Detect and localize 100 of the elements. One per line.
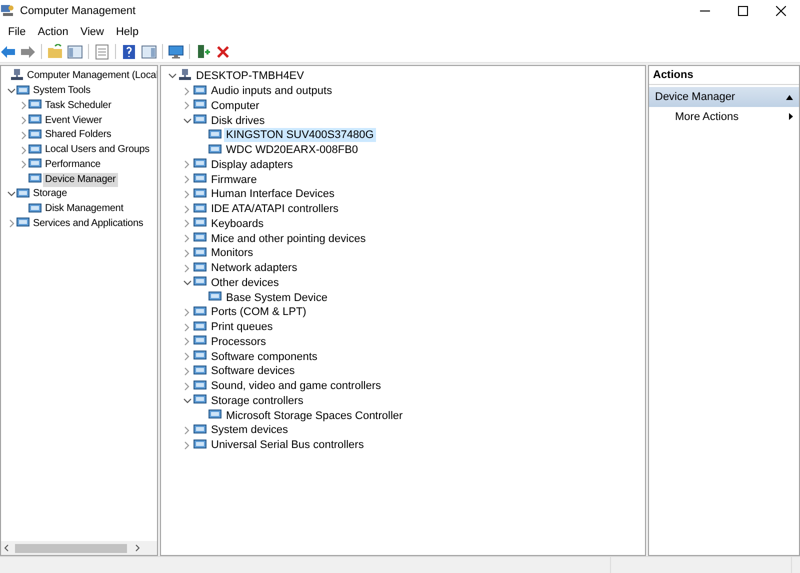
expand-chevron-icon[interactable]: [20, 160, 26, 170]
tree-item[interactable]: Display adapters: [209, 158, 295, 172]
collapse-chevron-icon[interactable]: [168, 73, 176, 80]
collapse-chevron-icon[interactable]: [182, 118, 192, 124]
tree-item[interactable]: Sound, video and game controllers: [209, 379, 383, 394]
collapse-chevron-icon[interactable]: [7, 191, 16, 198]
expand-chevron-icon[interactable]: [20, 101, 26, 110]
menu-item[interactable]: Action: [32, 26, 74, 38]
expand-chevron-icon[interactable]: [184, 426, 190, 435]
expand-chevron-icon[interactable]: [184, 175, 190, 184]
expand-chevron-icon[interactable]: [184, 101, 190, 110]
tree-item[interactable]: Device Manager: [43, 172, 118, 187]
tree-item[interactable]: Software components: [209, 350, 320, 364]
expand-chevron-icon[interactable]: [184, 219, 190, 228]
tree-item[interactable]: Print queues: [209, 320, 275, 334]
tree-item[interactable]: DESKTOP-TMBH4EV: [194, 69, 306, 84]
tree-item[interactable]: Local Users and Groups: [43, 143, 152, 158]
tree-item[interactable]: Keyboards: [209, 216, 266, 231]
device-icon: [193, 392, 207, 406]
tree-item[interactable]: Task Scheduler: [43, 98, 114, 113]
tree-item[interactable]: Computer: [209, 98, 262, 113]
tree-item[interactable]: Base System Device: [224, 290, 330, 305]
menu-item[interactable]: File: [2, 26, 32, 38]
device-icon: [28, 142, 42, 156]
device-icon: [193, 260, 207, 274]
list-icon[interactable]: [94, 44, 110, 60]
help-icon[interactable]: [121, 44, 137, 60]
collapse-triangle-icon[interactable]: [786, 94, 793, 100]
expand-chevron-icon[interactable]: [184, 366, 190, 376]
tree-item[interactable]: IDE ATA/ATAPI controllers: [209, 202, 341, 216]
expand-chevron-icon[interactable]: [184, 248, 190, 258]
action-section-header[interactable]: Device Manager: [649, 87, 799, 107]
expand-chevron-icon[interactable]: [184, 160, 190, 170]
forward-arrow-icon[interactable]: [20, 44, 36, 60]
expand-chevron-icon[interactable]: [184, 322, 190, 332]
close-icon[interactable]: [776, 6, 786, 16]
tree-item[interactable]: Audio inputs and outputs: [209, 84, 334, 98]
tree-item[interactable]: Network adapters: [209, 261, 300, 276]
tree-item[interactable]: Processors: [209, 334, 268, 349]
tree-item[interactable]: Disk drives: [209, 114, 267, 128]
expand-chevron-icon[interactable]: [184, 440, 190, 450]
panel-icon[interactable]: [141, 44, 157, 60]
device-icon: [28, 97, 42, 112]
tree-item[interactable]: System devices: [209, 423, 290, 438]
tree-item[interactable]: Storage controllers: [209, 394, 306, 408]
tree-item[interactable]: Disk Management: [43, 202, 126, 216]
device-icon: [193, 244, 207, 259]
expand-chevron-icon[interactable]: [184, 308, 190, 317]
expand-chevron-icon[interactable]: [8, 219, 14, 228]
device-icon: [193, 156, 207, 170]
delete-icon[interactable]: [215, 44, 231, 60]
device-icon: [193, 274, 207, 288]
collapse-chevron-icon[interactable]: [7, 88, 16, 94]
tree-item[interactable]: Performance: [43, 158, 103, 172]
section-title: Device Manager: [655, 91, 736, 103]
expand-chevron-icon[interactable]: [184, 337, 190, 346]
device-icon: [193, 348, 207, 362]
expand-chevron-icon[interactable]: [20, 116, 26, 126]
tree-item[interactable]: WDC WD20EARX-008FB0: [224, 143, 360, 158]
expand-chevron-icon[interactable]: [184, 190, 190, 199]
expand-chevron-icon[interactable]: [184, 352, 190, 362]
tree-item[interactable]: Services and Applications: [31, 216, 146, 231]
tree-item[interactable]: Universal Serial Bus controllers: [209, 438, 366, 452]
expand-chevron-icon[interactable]: [20, 146, 26, 155]
menu-item[interactable]: Help: [110, 26, 145, 38]
device-icon: [28, 171, 42, 186]
action-item[interactable]: More Actions: [649, 107, 799, 126]
maximize-icon[interactable]: [738, 6, 748, 16]
tree-item[interactable]: KINGSTON SUV400S37480G: [224, 128, 376, 142]
horizontal-scrollbar[interactable]: [1, 541, 157, 555]
back-arrow-icon[interactable]: [0, 44, 16, 60]
expand-chevron-icon[interactable]: [184, 234, 190, 244]
tree-item[interactable]: Event Viewer: [43, 114, 104, 128]
folder-icon[interactable]: [47, 44, 63, 60]
tree-item[interactable]: Human Interface Devices: [209, 187, 336, 202]
monitor-icon[interactable]: [168, 44, 184, 60]
panel-icon[interactable]: [67, 44, 83, 60]
device-plus-icon[interactable]: [195, 44, 211, 60]
collapse-chevron-icon[interactable]: [182, 398, 192, 404]
expand-chevron-icon[interactable]: [20, 130, 26, 140]
expand-chevron-icon[interactable]: [184, 204, 190, 214]
tree-item[interactable]: System Tools: [31, 84, 92, 98]
expand-chevron-icon[interactable]: [184, 264, 190, 273]
tree-item[interactable]: Monitors: [209, 246, 256, 260]
tree-item[interactable]: Mice and other pointing devices: [209, 232, 368, 246]
tree-item[interactable]: Firmware: [209, 172, 259, 187]
tree-item[interactable]: Other devices: [209, 276, 281, 290]
device-icon: [193, 333, 207, 348]
tree-item[interactable]: Shared Folders: [43, 128, 114, 142]
tree-item[interactable]: Software devices: [209, 364, 297, 378]
expand-chevron-icon[interactable]: [184, 382, 190, 391]
tree-item[interactable]: Microsoft Storage Spaces Controller: [224, 408, 405, 423]
collapse-chevron-icon[interactable]: [182, 280, 192, 286]
tree-item[interactable]: Storage: [31, 187, 69, 202]
device-icon: [193, 436, 207, 451]
tree-item[interactable]: Ports (COM & LPT): [209, 305, 308, 320]
device-icon: [193, 186, 207, 200]
menu-item[interactable]: View: [74, 26, 110, 38]
expand-chevron-icon[interactable]: [184, 86, 190, 96]
window-title: Computer Management: [20, 5, 136, 17]
